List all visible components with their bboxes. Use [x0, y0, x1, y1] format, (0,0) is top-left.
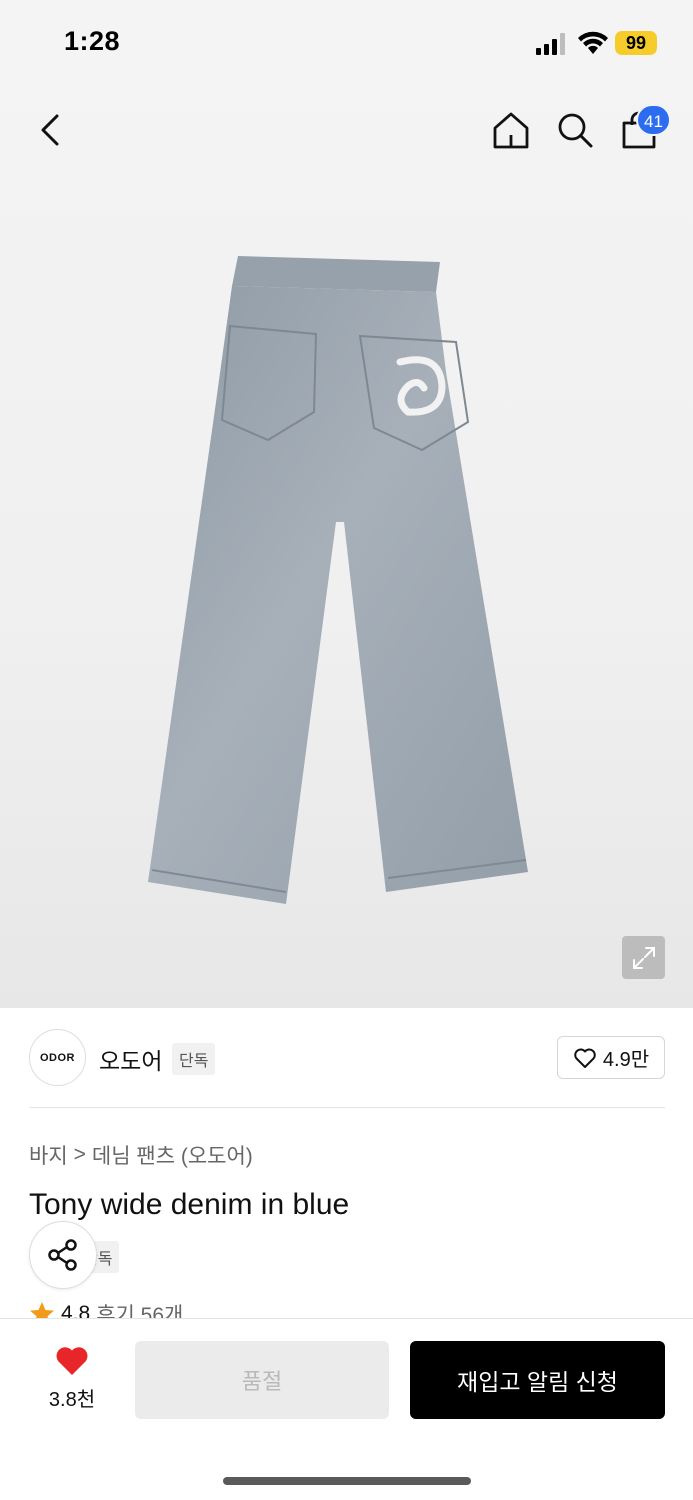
breadcrumb-subcategory[interactable]: 데님 팬츠 (오도어)	[92, 1140, 253, 1170]
brand-like-button[interactable]: 4.9만	[557, 1036, 665, 1079]
brand-row: ODOR 오도어 단독 4.9만	[0, 1008, 693, 1108]
brand-logo-text: ODOR	[40, 1051, 75, 1064]
cart-count-badge: 41	[636, 104, 671, 136]
sold-out-button: 품절	[135, 1341, 389, 1419]
cellular-signal-icon	[536, 33, 565, 55]
product-title: Tony wide denim in blue	[29, 1188, 350, 1221]
expand-image-button[interactable]	[622, 936, 665, 979]
brand-name[interactable]: 오도어	[99, 1042, 162, 1076]
product-photo[interactable]	[146, 252, 532, 908]
status-bar: 1:28 99	[0, 0, 693, 90]
heart-filled-icon	[56, 1347, 88, 1375]
divider	[29, 1107, 665, 1108]
brand-logo[interactable]: ODOR	[29, 1029, 86, 1086]
bottom-action-bar: 3.8천 품절 재입고 알림 신청	[0, 1318, 693, 1500]
product-like-button[interactable]: 3.8천	[36, 1345, 108, 1412]
chevron-left-icon	[41, 114, 59, 146]
restock-alert-button[interactable]: 재입고 알림 신청	[410, 1341, 665, 1419]
battery-indicator: 99	[615, 31, 657, 55]
heart-outline-icon	[574, 1048, 596, 1068]
home-button[interactable]	[489, 108, 533, 152]
breadcrumb-separator: >	[73, 1143, 86, 1166]
brand-like-count: 4.9만	[602, 1049, 650, 1071]
status-time: 1:28	[64, 26, 121, 56]
expand-icon	[632, 946, 655, 969]
brand-exclusive-tag: 단독	[172, 1043, 216, 1075]
search-button[interactable]	[553, 108, 597, 152]
breadcrumb: 바지 > 데님 팬츠 (오도어)	[29, 1140, 253, 1170]
share-icon	[48, 1239, 77, 1271]
home-icon	[493, 112, 529, 149]
wifi-icon	[578, 31, 608, 54]
product-detail-page: 1:28 99 41 ODOR 오도어 단독 4.9만 바지 > 데님 팬츠 (…	[0, 0, 693, 1500]
back-button[interactable]	[28, 108, 72, 152]
product-like-count: 3.8천	[48, 1389, 96, 1411]
search-icon	[558, 113, 593, 148]
breadcrumb-category[interactable]: 바지	[29, 1140, 68, 1170]
home-indicator[interactable]	[223, 1477, 471, 1485]
share-button[interactable]	[29, 1221, 97, 1289]
